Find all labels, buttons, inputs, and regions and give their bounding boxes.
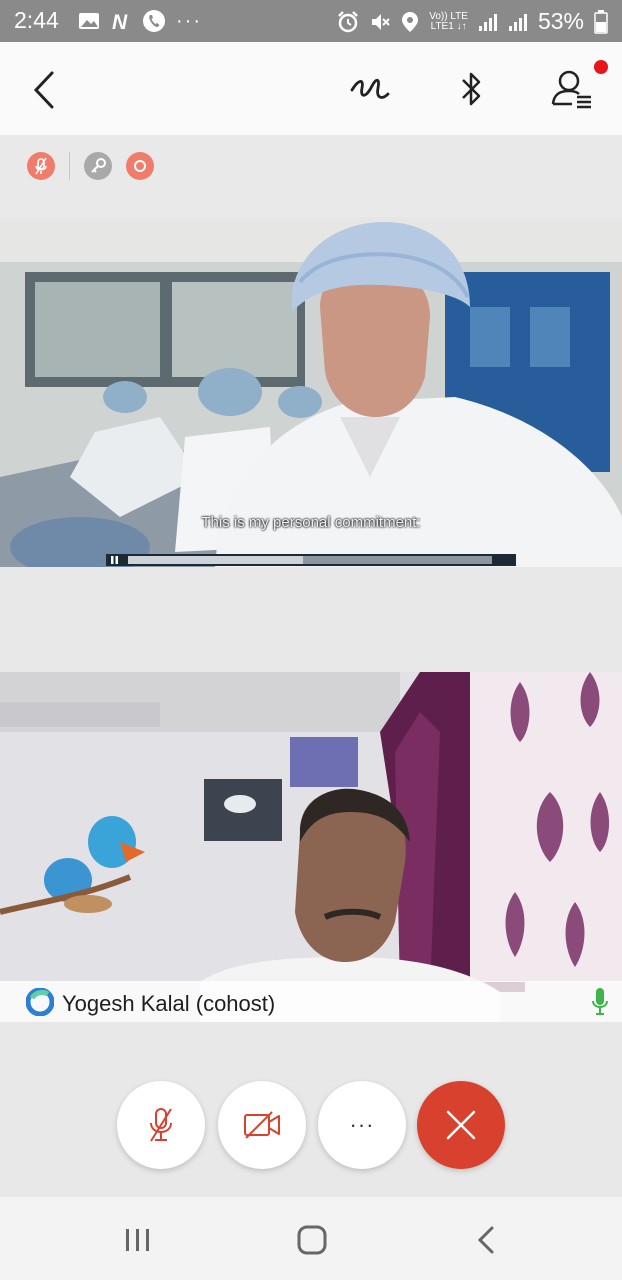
netflix-icon: N	[112, 11, 128, 32]
mic-active-icon	[592, 988, 608, 1015]
host-key-indicator	[84, 152, 112, 180]
participant-video-frame	[0, 672, 622, 1022]
status-time: 2:44	[14, 7, 59, 33]
recent-apps-icon[interactable]	[124, 1227, 152, 1253]
svg-text:N: N	[112, 11, 128, 32]
system-nav-bar	[0, 1197, 622, 1280]
alarm-icon	[338, 10, 359, 32]
video-playback-bar[interactable]	[106, 554, 516, 566]
home-icon[interactable]	[296, 1224, 328, 1256]
participant-video[interactable]	[0, 672, 622, 1022]
battery-icon	[594, 9, 608, 34]
muted-indicator	[27, 152, 55, 180]
call-controls-area	[0, 1022, 622, 1197]
key-icon	[91, 158, 106, 173]
status-bar: 2:44 N ··· Vo)) LTE LTE1 ↓↑ 53%	[0, 0, 622, 42]
annotate-button[interactable]	[346, 64, 396, 114]
participants-icon	[551, 70, 591, 109]
network-indicator: Vo)) LTE LTE1 ↓↑	[429, 10, 468, 32]
pause-icon[interactable]	[110, 554, 120, 566]
top-bar	[0, 42, 622, 135]
participant-name: Yogesh Kalal (cohost)	[62, 991, 276, 1016]
divider	[69, 152, 70, 180]
webex-logo-icon	[26, 988, 54, 1016]
signal-icon	[478, 13, 497, 31]
back-button[interactable]	[30, 70, 60, 110]
close-icon	[446, 1110, 476, 1140]
mute-button[interactable]	[117, 1081, 205, 1169]
seek-progress	[128, 556, 303, 564]
more-options-button[interactable]: ···	[318, 1081, 406, 1169]
mic-off-icon	[150, 1108, 172, 1142]
notification-dot	[594, 60, 608, 74]
more-notifications-icon: ···	[176, 9, 202, 32]
video-caption: This is my personal commitment:	[201, 514, 421, 531]
signal-icon-2	[508, 13, 527, 31]
video-off-icon	[244, 1111, 280, 1139]
video-gap	[0, 567, 622, 672]
mute-icon	[372, 13, 390, 30]
image-icon	[79, 13, 99, 29]
battery-percent: 53%	[537, 8, 584, 34]
record-icon	[134, 160, 146, 172]
more-icon: ···	[349, 1112, 375, 1137]
recording-indicator	[126, 152, 154, 180]
video-toggle-button[interactable]	[218, 1081, 306, 1169]
phone-icon	[143, 10, 165, 32]
bluetooth-icon	[462, 72, 481, 106]
bluetooth-button[interactable]	[446, 64, 496, 114]
location-icon	[402, 11, 419, 32]
end-call-button[interactable]	[417, 1081, 505, 1169]
chevron-left-icon	[33, 71, 54, 109]
pen-squiggle-icon	[350, 78, 390, 99]
mic-off-icon	[35, 157, 47, 175]
seek-track[interactable]	[128, 556, 492, 564]
participants-button[interactable]	[548, 64, 598, 114]
back-nav-icon[interactable]	[475, 1225, 497, 1255]
